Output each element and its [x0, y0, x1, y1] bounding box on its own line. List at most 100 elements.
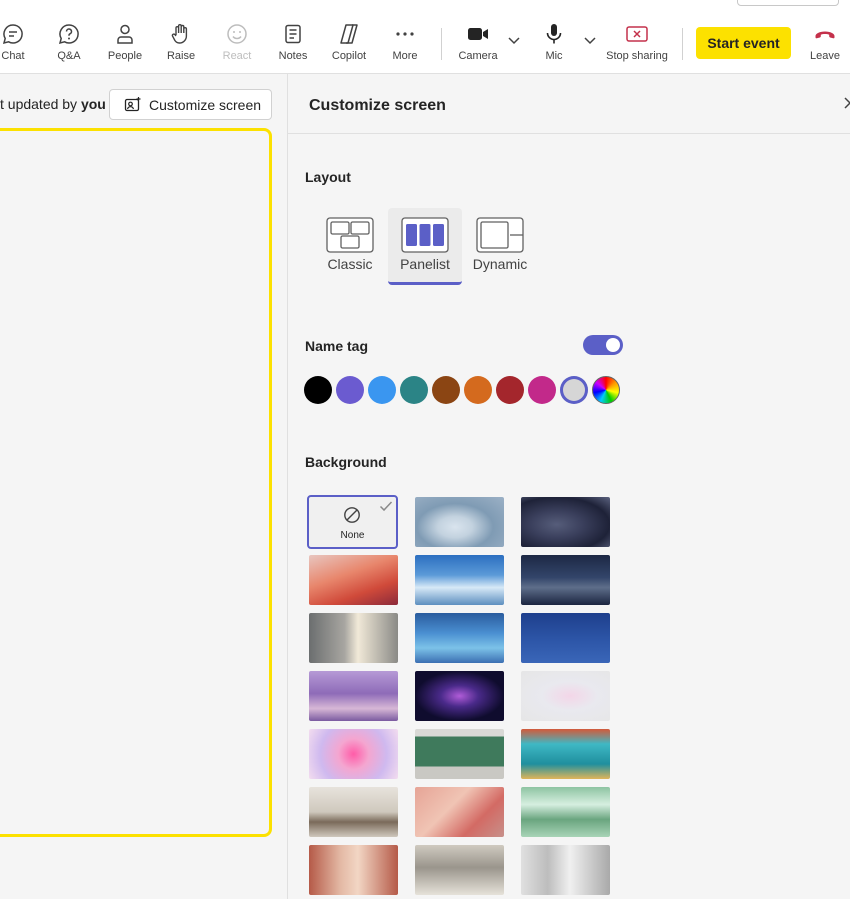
dynamic-layout-icon	[476, 217, 524, 253]
layout-option-classic[interactable]: Classic	[313, 208, 387, 285]
chat-icon	[2, 24, 23, 45]
chat-button[interactable]: Chat	[0, 22, 38, 66]
raise-hand-button[interactable]: Raise	[156, 22, 206, 66]
name-tag-color-custom-picker[interactable]	[592, 376, 620, 404]
panel-divider	[288, 133, 850, 134]
name-tag-color-purple[interactable]	[336, 376, 364, 404]
panel-title: Customize screen	[309, 97, 446, 114]
none-icon	[344, 507, 360, 523]
layout-classic-label: Classic	[327, 256, 373, 272]
mic-label: Mic	[545, 50, 563, 62]
name-tag-color-orange[interactable]	[464, 376, 492, 404]
chat-label: Chat	[1, 50, 25, 62]
checkmark-icon	[379, 501, 393, 512]
last-updated-by: you	[80, 96, 106, 112]
mic-icon	[546, 24, 562, 44]
copilot-icon	[340, 24, 358, 44]
people-button[interactable]: People	[100, 22, 150, 66]
name-tag-color-light-gray[interactable]	[560, 376, 588, 404]
name-tag-color-brown[interactable]	[432, 376, 460, 404]
panelist-layout-icon	[401, 217, 449, 253]
hang-up-icon	[815, 31, 835, 39]
qna-label: Q&A	[57, 50, 81, 62]
more-label: More	[392, 50, 418, 62]
background-tile[interactable]	[415, 497, 504, 547]
people-icon	[117, 24, 133, 44]
layout-panelist-label: Panelist	[400, 256, 450, 272]
more-icon	[396, 32, 414, 36]
background-tile[interactable]	[521, 613, 610, 663]
leave-button[interactable]: Leave	[800, 22, 850, 66]
background-tile[interactable]	[521, 845, 610, 895]
name-tag-color-magenta[interactable]	[528, 376, 556, 404]
mic-options-chevron-down-icon[interactable]	[583, 36, 597, 46]
toolbar-divider	[441, 28, 442, 60]
classic-layout-icon	[326, 217, 374, 253]
customize-screen-button[interactable]: Customize screen	[109, 89, 272, 120]
react-icon	[227, 24, 247, 44]
name-tag-color-teal[interactable]	[400, 376, 428, 404]
close-icon[interactable]	[843, 96, 850, 110]
layout-option-panelist[interactable]: Panelist	[388, 208, 462, 285]
layout-option-dynamic[interactable]: Dynamic	[463, 208, 537, 285]
background-tile[interactable]	[415, 555, 504, 605]
layout-section-title: Layout	[305, 169, 351, 185]
background-tile[interactable]	[309, 845, 398, 895]
name-tag-toggle[interactable]	[583, 335, 623, 355]
top-partial-button[interactable]	[737, 0, 839, 6]
background-tile[interactable]	[415, 845, 504, 895]
react-label: React	[222, 50, 252, 62]
stage-preview	[0, 128, 272, 837]
background-tile[interactable]	[309, 787, 398, 837]
toolbar-divider	[682, 28, 683, 60]
name-tag-section-title: Name tag	[305, 338, 369, 354]
stop-sharing-icon	[626, 26, 648, 42]
stop-sharing-label: Stop sharing	[606, 50, 668, 62]
background-tile[interactable]	[521, 671, 610, 721]
raise-label: Raise	[166, 50, 196, 62]
background-tile[interactable]	[521, 729, 610, 779]
copilot-button[interactable]: Copilot	[324, 22, 374, 66]
customize-screen-panel: Customize screen Layout Classic Panelist…	[287, 74, 850, 899]
camera-button[interactable]: Camera	[453, 22, 503, 66]
background-section-title: Background	[305, 454, 387, 470]
background-tile[interactable]	[309, 555, 398, 605]
background-tile[interactable]	[415, 613, 504, 663]
last-updated-prefix: t updated by	[0, 96, 81, 112]
background-tile[interactable]	[309, 671, 398, 721]
copilot-label: Copilot	[331, 50, 367, 62]
meeting-toolbar: Chat Q&A People Raise React Notes Copilo…	[0, 0, 850, 74]
background-tile[interactable]	[415, 787, 504, 837]
camera-label: Camera	[458, 50, 498, 62]
layout-dynamic-label: Dynamic	[472, 256, 528, 272]
background-none-option[interactable]: None	[307, 495, 398, 549]
mic-button[interactable]: Mic	[529, 22, 579, 66]
name-tag-color-black[interactable]	[304, 376, 332, 404]
leave-label: Leave	[810, 50, 840, 62]
more-button[interactable]: More	[380, 22, 430, 66]
background-tile[interactable]	[521, 497, 610, 547]
qna-button[interactable]: Q&A	[44, 22, 94, 66]
notes-label: Notes	[278, 50, 308, 62]
people-label: People	[107, 50, 143, 62]
stop-sharing-button[interactable]: Stop sharing	[606, 22, 668, 66]
background-tile[interactable]	[521, 555, 610, 605]
react-button[interactable]: React	[212, 22, 262, 66]
camera-icon	[468, 28, 488, 40]
qna-icon	[58, 24, 79, 45]
name-tag-color-blue[interactable]	[368, 376, 396, 404]
camera-options-chevron-down-icon[interactable]	[507, 36, 521, 46]
raise-hand-icon	[171, 24, 188, 44]
background-tile[interactable]	[415, 671, 504, 721]
background-tile[interactable]	[415, 729, 504, 779]
notes-icon	[285, 24, 301, 44]
background-tile[interactable]	[309, 613, 398, 663]
background-tile[interactable]	[521, 787, 610, 837]
start-event-button[interactable]: Start event	[696, 27, 791, 59]
name-tag-color-red[interactable]	[496, 376, 524, 404]
toggle-knob	[606, 338, 620, 352]
notes-button[interactable]: Notes	[268, 22, 318, 66]
background-none-label: None	[340, 530, 365, 541]
background-tile[interactable]	[309, 729, 398, 779]
customize-screen-icon	[124, 97, 141, 112]
